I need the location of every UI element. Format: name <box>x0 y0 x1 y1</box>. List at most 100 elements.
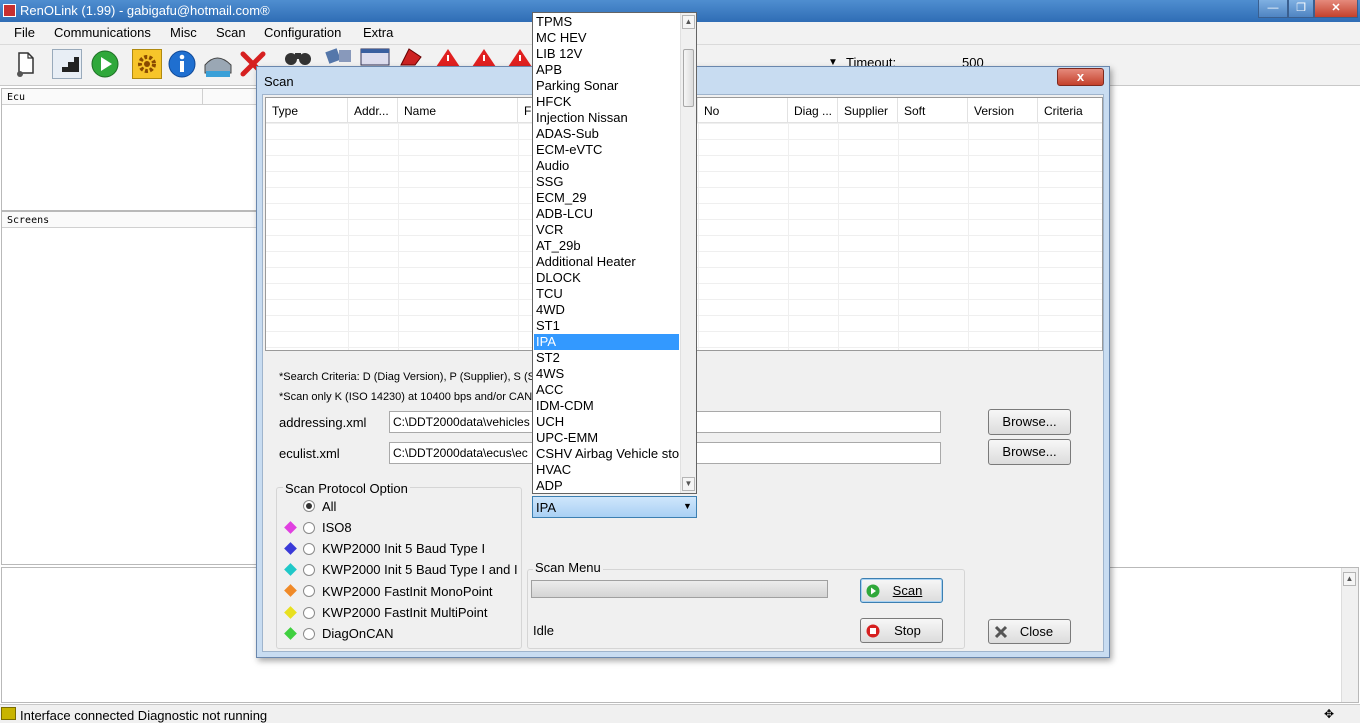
dropdown-option[interactable]: 4WD <box>534 302 679 318</box>
scan-button[interactable]: Scan <box>860 578 943 603</box>
app-icon <box>3 4 16 17</box>
dropdown-option[interactable]: IDM-CDM <box>534 398 679 414</box>
dropdown-option[interactable]: UCH <box>534 414 679 430</box>
menu-communications[interactable]: Communications <box>54 25 151 40</box>
ecu-type-combobox[interactable]: IPA ▼ <box>532 496 697 518</box>
dropdown-option[interactable]: AT_29b <box>534 238 679 254</box>
close-icon: x <box>1076 69 1085 84</box>
dropdown-option[interactable]: HVAC <box>534 462 679 478</box>
table-column-line <box>1038 123 1039 350</box>
protocol-radio-diagoncan[interactable] <box>303 628 315 640</box>
dropdown-option[interactable]: LIB 12V <box>534 46 679 62</box>
dropdown-option[interactable]: APB <box>534 62 679 78</box>
stairs-icon[interactable] <box>52 49 82 79</box>
dropdown-option[interactable]: ADAS-Sub <box>534 126 679 142</box>
table-column-line <box>518 123 519 350</box>
column-header-no[interactable]: No <box>698 98 788 123</box>
dropdown-option[interactable]: TPMS <box>534 14 679 30</box>
dropdown-option[interactable]: Additional Heater <box>534 254 679 270</box>
protocol-radio-kwp-type1[interactable] <box>303 543 315 555</box>
log-scrollbar[interactable]: ▲ <box>1341 568 1358 702</box>
protocol-radio-all[interactable] <box>303 500 315 512</box>
eculist-browse-button[interactable]: Browse... <box>988 439 1071 465</box>
column-header-name[interactable]: Name <box>398 98 518 123</box>
screens-pane: Screens <box>1 211 257 565</box>
addressing-label: addressing.xml <box>279 415 367 430</box>
dropdown-option[interactable]: Injection Nissan <box>534 110 679 126</box>
window-close-button[interactable]: ✕ <box>1314 0 1358 18</box>
column-header-criteria[interactable]: Criteria <box>1038 98 1102 123</box>
dropdown-option[interactable]: ECM-eVTC <box>534 142 679 158</box>
protocol-radio-kwp-multi[interactable] <box>303 607 315 619</box>
menu-extra[interactable]: Extra <box>363 25 393 40</box>
ecu-type-dropdown-list[interactable]: TPMS MC HEV LIB 12V APB Parking Sonar HFCK Inj… <box>532 12 697 494</box>
scroll-down-arrow[interactable]: ▼ <box>682 477 695 491</box>
stop-button-label: Stop <box>894 623 921 638</box>
close-button[interactable]: Close <box>988 619 1071 644</box>
dropdown-option[interactable]: DLOCK <box>534 270 679 286</box>
dialog-close-button[interactable]: x <box>1057 68 1104 86</box>
protocol-label-all: All <box>322 499 337 514</box>
dropdown-option[interactable]: ECM_29 <box>534 190 679 206</box>
info-icon[interactable] <box>167 49 197 79</box>
menu-configuration[interactable]: Configuration <box>264 25 341 40</box>
dropdown-option[interactable]: ACC <box>534 382 679 398</box>
protocol-label-kwp-mono: KWP2000 FastInit MonoPoint <box>322 584 493 599</box>
dropdown-option[interactable]: ST1 <box>534 318 679 334</box>
chevron-down-icon: ▼ <box>683 501 692 511</box>
dropdown-option[interactable]: Audio <box>534 158 679 174</box>
menu-misc[interactable]: Misc <box>170 25 197 40</box>
column-header-soft[interactable]: Soft <box>898 98 968 123</box>
protocol-radio-kwp-type1-2[interactable] <box>303 564 315 576</box>
dropdown-option[interactable]: ADB-LCU <box>534 206 679 222</box>
column-header-type[interactable]: Type <box>266 98 348 123</box>
menu-scan[interactable]: Scan <box>216 25 246 40</box>
dropdown-scrollbar[interactable]: ▲ ▼ <box>680 13 696 493</box>
screens-pane-header: Screens <box>2 212 256 228</box>
dropdown-option[interactable]: VCR <box>534 222 679 238</box>
protocol-radio-kwp-mono[interactable] <box>303 585 315 597</box>
move-handle-icon[interactable]: ✥ <box>1324 707 1334 721</box>
dropdown-option[interactable]: IPA <box>534 334 679 350</box>
protocol-label-kwp-multi: KWP2000 FastInit MultiPoint <box>322 605 488 620</box>
dropdown-option[interactable]: TCU <box>534 286 679 302</box>
gear-icon[interactable] <box>132 49 162 79</box>
scan-protocol-note: *Scan only K (ISO 14230) at 10400 bps an… <box>279 391 542 403</box>
dropdown-option[interactable]: ADP <box>534 478 679 493</box>
new-document-icon[interactable] <box>10 49 40 79</box>
scroll-up-arrow[interactable]: ▲ <box>682 15 695 29</box>
maximize-button[interactable]: ❐ <box>1288 0 1314 18</box>
scan-button-label: Scan <box>892 583 923 598</box>
dropdown-option[interactable]: ST2 <box>534 350 679 366</box>
table-column-line <box>838 123 839 350</box>
close-icon <box>994 625 1008 639</box>
column-header-diag[interactable]: Diag ... <box>788 98 838 123</box>
dropdown-option[interactable]: Parking Sonar <box>534 78 679 94</box>
dropdown-option[interactable]: MC HEV <box>534 30 679 46</box>
protocol-label-diagoncan: DiagOnCAN <box>322 626 394 641</box>
menu-file[interactable]: File <box>14 25 35 40</box>
dropdown-option[interactable]: 4WS <box>534 366 679 382</box>
protocol-label-kwp-type1-2: KWP2000 Init 5 Baud Type I and II <box>322 562 518 577</box>
ecu-pane-header: Ecu <box>2 89 256 105</box>
scroll-thumb[interactable] <box>683 49 694 107</box>
scanner-icon[interactable] <box>202 49 232 79</box>
column-header-version[interactable]: Version <box>968 98 1038 123</box>
dropdown-option[interactable]: SSG <box>534 174 679 190</box>
log-scroll-up-arrow[interactable]: ▲ <box>1343 572 1356 586</box>
protocol-radio-iso8[interactable] <box>303 522 315 534</box>
column-header-supplier[interactable]: Supplier <box>838 98 898 123</box>
stop-button[interactable]: Stop <box>860 618 943 643</box>
table-column-line <box>968 123 969 350</box>
protocol-label-iso8: ISO8 <box>322 520 352 535</box>
addressing-browse-button[interactable]: Browse... <box>988 409 1071 435</box>
dropdown-option[interactable]: UPC-EMM <box>534 430 679 446</box>
dropdown-option[interactable]: HFCK <box>534 94 679 110</box>
minimize-button[interactable]: — <box>1258 0 1288 18</box>
dropdown-option[interactable]: CSHV Airbag Vehicle sto <box>534 446 679 462</box>
ecu-pane-column-divider <box>202 89 203 105</box>
status-indicator-icon <box>1 707 16 720</box>
table-column-line <box>788 123 789 350</box>
play-icon[interactable] <box>90 49 120 79</box>
column-header-address[interactable]: Addr... <box>348 98 398 123</box>
